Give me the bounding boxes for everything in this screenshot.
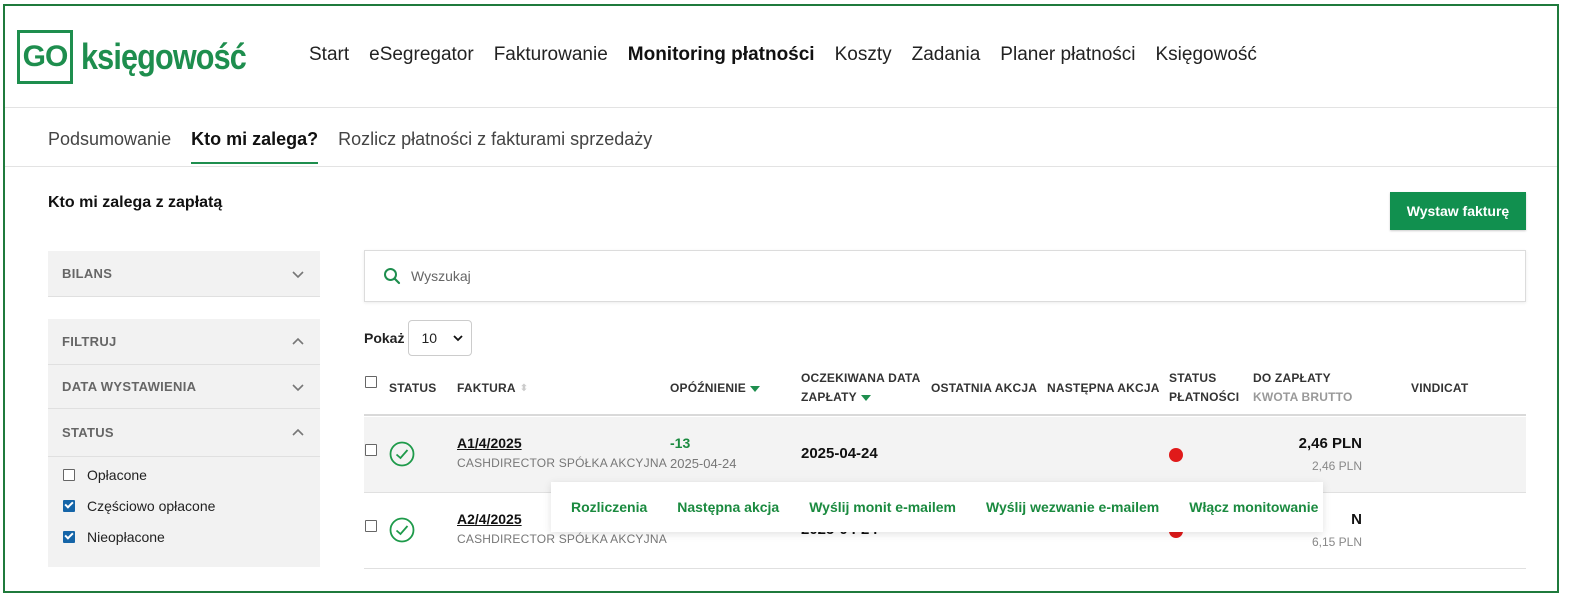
- col-oczekiwana-line1: OCZEKIWANA DATA: [801, 371, 921, 385]
- col-do-zaplaty-label: DO ZAPŁATY: [1253, 371, 1331, 385]
- menu-item-rozliczenia[interactable]: Rozliczenia: [571, 499, 647, 515]
- tab-rozlicz-platnosci[interactable]: Rozlicz płatności z fakturami sprzedaży: [338, 129, 652, 164]
- amount-gross: 2,46 PLN: [1311, 459, 1362, 473]
- logo-text: księgowość: [81, 36, 247, 77]
- nav-item-planer[interactable]: Planer płatności: [1000, 44, 1135, 66]
- row-checkbox[interactable]: [365, 520, 377, 532]
- nav-item-esegregator[interactable]: eSegregator: [369, 44, 474, 66]
- nav-item-monitoring[interactable]: Monitoring płatności: [628, 44, 815, 66]
- page-size-control: Pokaż 10: [364, 320, 473, 356]
- sub-nav: Podsumowanie Kto mi zalega? Rozlicz płat…: [5, 109, 1557, 167]
- row-checkbox[interactable]: [365, 444, 377, 456]
- tab-kto-mi-zalega[interactable]: Kto mi zalega?: [191, 129, 319, 164]
- col-faktura-label: FAKTURA: [457, 381, 516, 395]
- delay-cell: -13 2025-04-24: [670, 435, 737, 471]
- check-circle-icon: [389, 517, 415, 543]
- chevron-up-icon: [292, 337, 304, 345]
- chevron-down-icon: [292, 383, 304, 391]
- nav-item-zadania[interactable]: Zadania: [912, 44, 981, 66]
- col-status: STATUS: [389, 381, 437, 395]
- checkbox-nieoplacone[interactable]: [63, 530, 75, 543]
- col-nastepna: NASTĘPNA AKCJA: [1047, 381, 1160, 395]
- invoice-link[interactable]: A1/4/2025: [457, 435, 667, 451]
- page-title: Kto mi zalega z zapłatą: [48, 194, 223, 211]
- col-status-platnosci: STATUS PŁATNOŚCI: [1169, 369, 1239, 407]
- status-option-label: Częściowo opłacone: [87, 497, 216, 514]
- table-header: STATUS FAKTURA ⬍ OPÓŹNIENIE OCZEKIWANA DA…: [364, 362, 1526, 416]
- col-faktura[interactable]: FAKTURA ⬍: [457, 379, 528, 398]
- main-nav: Start eSegregator Fakturowanie Monitorin…: [309, 44, 1257, 66]
- bilans-panel: BILANS: [48, 251, 320, 297]
- search-icon: [384, 268, 401, 285]
- amount-cell: 2,46 PLN 2,46 PLN: [1242, 435, 1362, 473]
- col-status-platnosci-line2: PŁATNOŚCI: [1169, 390, 1240, 404]
- data-wystawienia-header[interactable]: DATA WYSTAWIENIA: [48, 365, 320, 409]
- menu-item-wyslij-monit[interactable]: Wyślij monit e-mailem: [809, 499, 956, 515]
- search-bar: [364, 250, 1526, 302]
- page-size-value: 10: [421, 330, 438, 346]
- sort-icon: ⬍: [519, 383, 529, 395]
- col-status-platnosci-line1: STATUS: [1169, 371, 1217, 385]
- menu-item-nastepna-akcja[interactable]: Następna akcja: [677, 499, 779, 515]
- data-wystawienia-label: DATA WYSTAWIENIA: [62, 379, 197, 394]
- checkbox-oplacone[interactable]: [63, 468, 75, 481]
- invoice-cell: A1/4/2025 CASHDIRECTOR SPÓŁKA AKCYJNA: [457, 435, 667, 470]
- nav-item-ksiegowosc[interactable]: Księgowość: [1156, 44, 1257, 66]
- amount-gross: 6,15 PLN: [1311, 535, 1362, 549]
- amount-due: 2,46 PLN: [1298, 435, 1362, 452]
- sort-desc-icon: [860, 394, 871, 401]
- payment-status-dot: [1169, 448, 1183, 462]
- app-frame: GO księgowość Start eSegregator Fakturow…: [3, 4, 1559, 593]
- col-ostatnia: OSTATNIA AKCJA: [931, 381, 1038, 395]
- status-filter-header[interactable]: STATUS: [48, 409, 320, 457]
- col-oczekiwana[interactable]: OCZEKIWANA DATA ZAPŁATY: [801, 369, 920, 407]
- checkbox-czesciowo[interactable]: [63, 499, 75, 512]
- client-name: CASHDIRECTOR SPÓŁKA AKCYJNA: [457, 532, 667, 546]
- delay-value: -13: [670, 435, 691, 451]
- row-action-menu: Rozliczenia Następna akcja Wyślij monit …: [551, 482, 1323, 532]
- page-size-select[interactable]: 10: [408, 320, 473, 356]
- wystaw-fakture-button[interactable]: Wystaw fakturę: [1390, 192, 1526, 230]
- expected-date: 2025-04-24: [801, 445, 878, 462]
- bilans-label: BILANS: [62, 266, 113, 281]
- col-do-zaplaty: DO ZAPŁATY KWOTA BRUTTO: [1253, 369, 1353, 407]
- menu-item-wlacz-monitowanie[interactable]: Włącz monitowanie: [1189, 499, 1318, 515]
- status-option-nieoplacone[interactable]: Nieopłacone: [48, 521, 320, 552]
- pokaz-label: Pokaż: [364, 330, 405, 346]
- logo[interactable]: GO księgowość: [17, 30, 275, 84]
- chevron-up-icon: [292, 428, 304, 436]
- select-all-checkbox[interactable]: [365, 376, 377, 388]
- issue-date: 2025-04-24: [670, 456, 737, 471]
- chevron-down-icon: [292, 270, 304, 278]
- sort-desc-icon: [750, 385, 761, 392]
- filter-panel: FILTRUJ DATA WYSTAWIENIA STATUS Opłacone…: [48, 319, 320, 567]
- chevron-down-icon: [453, 335, 464, 342]
- nav-item-fakturowanie[interactable]: Fakturowanie: [494, 44, 608, 66]
- menu-item-wyslij-wezwanie[interactable]: Wyślij wezwanie e-mailem: [986, 499, 1159, 515]
- status-option-oplacone[interactable]: Opłacone: [48, 459, 320, 490]
- logo-mark: GO: [17, 30, 73, 84]
- bilans-header[interactable]: BILANS: [48, 251, 320, 297]
- status-filter-label: STATUS: [62, 425, 114, 440]
- col-opoznienie-label: OPÓŹNIENIE: [670, 381, 747, 395]
- nav-item-koszty[interactable]: Koszty: [835, 44, 892, 66]
- filtruj-header[interactable]: FILTRUJ: [48, 319, 320, 365]
- filtruj-label: FILTRUJ: [62, 334, 117, 349]
- check-circle-icon: [389, 441, 415, 467]
- col-vindicat: VINDICAT: [1411, 381, 1469, 395]
- tab-podsumowanie[interactable]: Podsumowanie: [48, 129, 171, 164]
- status-option-label: Nieopłacone: [87, 528, 165, 545]
- col-kwota-brutto-label: KWOTA BRUTTO: [1253, 390, 1353, 404]
- col-opoznienie[interactable]: OPÓŹNIENIE: [670, 379, 761, 398]
- top-bar: GO księgowość Start eSegregator Fakturow…: [5, 6, 1557, 108]
- nav-item-start[interactable]: Start: [309, 44, 349, 66]
- search-input[interactable]: [411, 268, 1311, 284]
- status-option-label: Opłacone: [87, 466, 147, 483]
- client-name: CASHDIRECTOR SPÓŁKA AKCYJNA: [457, 456, 667, 470]
- status-option-czesciowo[interactable]: Częściowo opłacone: [48, 490, 320, 521]
- col-oczekiwana-line2: ZAPŁATY: [801, 390, 857, 404]
